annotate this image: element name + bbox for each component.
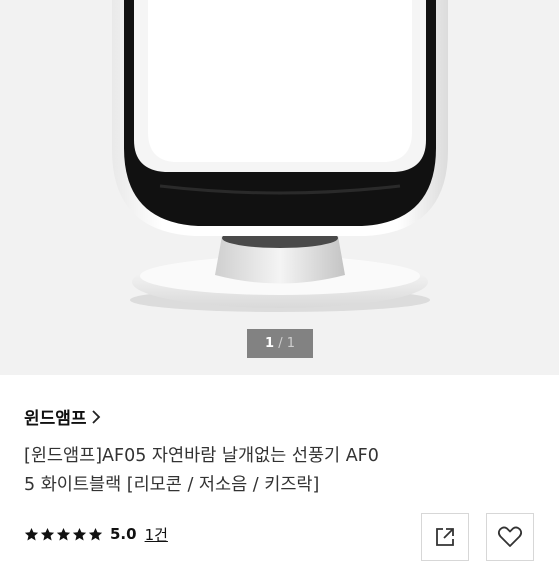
- like-button[interactable]: [486, 513, 534, 561]
- product-title-line-1: [윈드앰프]AF05 자연바람 날개없는 선풍기 AF0: [24, 446, 379, 466]
- brand-name: 윈드앰프: [24, 409, 87, 429]
- star-icon: [88, 527, 103, 540]
- chevron-right-icon: [91, 409, 100, 424]
- product-title: [윈드앰프]AF05 자연바람 날개없는 선풍기 AF0 5 화이트블랙 [리모…: [24, 442, 484, 500]
- image-pager: 1 / 1: [247, 329, 313, 358]
- star-icon: [56, 527, 71, 540]
- star-icon: [72, 527, 87, 540]
- pager-separator: /: [278, 336, 283, 351]
- rating-summary: 5.0 1건: [24, 522, 168, 546]
- share-button[interactable]: [421, 513, 469, 561]
- star-rating: [24, 527, 103, 542]
- brand-link[interactable]: 윈드앰프: [24, 404, 101, 429]
- product-photo: [112, 0, 448, 312]
- share-icon: [436, 528, 454, 546]
- star-icon: [40, 527, 55, 540]
- pager-total: 1: [286, 336, 295, 351]
- heart-icon: [497, 526, 523, 547]
- product-image[interactable]: 1 / 1: [0, 0, 559, 375]
- star-icon: [24, 527, 39, 540]
- product-title-line-2: 5 화이트블랙 [리모콘 / 저소음 / 키즈락]: [24, 475, 320, 495]
- review-count-link[interactable]: 1건: [145, 524, 168, 545]
- pager-current: 1: [265, 336, 275, 351]
- rating-score: 5.0: [110, 525, 137, 543]
